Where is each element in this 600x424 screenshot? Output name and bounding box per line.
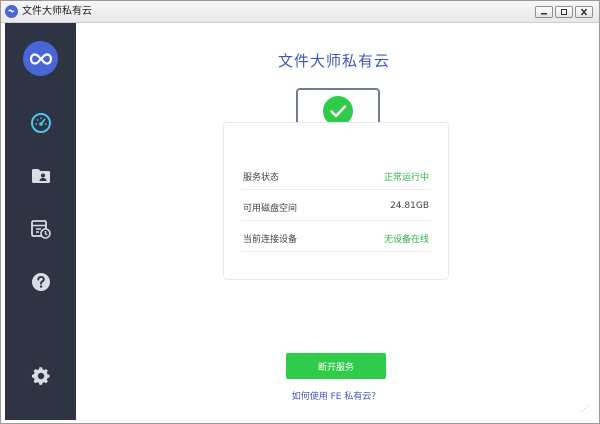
status-card: 服务状态 正常运行中 可用磁盘空间 24.81GB 当前连接设备 无设备在线	[223, 122, 449, 280]
sidebar	[5, 23, 76, 420]
maximize-button[interactable]	[555, 6, 573, 18]
status-row-service: 服务状态 正常运行中	[241, 159, 431, 190]
service-status-value: 正常运行中	[383, 173, 429, 183]
disk-space-label: 可用磁盘空间	[243, 204, 298, 214]
main-panel: 文件大师私有云 服务状态 正常运行中 可用磁盘空间 24.81GB 当前连接设备…	[76, 23, 599, 421]
sidebar-item-history[interactable]	[5, 209, 76, 249]
page-title: 文件大师私有云	[277, 52, 390, 70]
infinity-icon	[29, 52, 52, 65]
close-icon	[580, 8, 588, 16]
sidebar-item-dashboard[interactable]	[5, 103, 76, 143]
help-link[interactable]: 如何使用 FE 私有云？	[76, 389, 596, 402]
resize-grip[interactable]: ⋰	[581, 404, 589, 413]
disconnect-service-button[interactable]: 断开服务	[286, 353, 386, 379]
connected-devices-label: 当前连接设备	[243, 235, 298, 245]
sidebar-item-settings[interactable]	[5, 356, 76, 396]
gear-icon	[31, 367, 50, 385]
sidebar-item-shared-folder[interactable]	[5, 156, 76, 196]
app-window: 文件大师私有云 文件大师私有云 服务状态 正常运行中 可用磁盘空间 24.81G…	[0, 0, 600, 424]
speedometer-icon	[30, 113, 51, 133]
sidebar-item-help[interactable]	[5, 262, 76, 302]
window-title: 文件大师私有云	[22, 6, 92, 17]
status-row-disk: 可用磁盘空间 24.81GB	[241, 190, 431, 221]
app-logo-icon	[5, 5, 18, 18]
minimize-button[interactable]	[535, 6, 553, 18]
status-row-devices: 当前连接设备 无设备在线	[241, 221, 431, 252]
user-folder-icon	[31, 169, 50, 183]
restore-icon	[561, 9, 567, 15]
title-bar[interactable]: 文件大师私有云	[1, 1, 599, 23]
disk-space-value: 24.81GB	[390, 201, 429, 211]
question-icon	[31, 273, 50, 291]
close-button[interactable]	[575, 6, 593, 18]
brand-logo	[23, 41, 58, 76]
minimize-icon	[541, 13, 547, 15]
service-status-label: 服务状态	[243, 173, 280, 183]
connected-devices-value: 无设备在线	[383, 235, 429, 245]
calendar-clock-icon	[30, 220, 51, 239]
